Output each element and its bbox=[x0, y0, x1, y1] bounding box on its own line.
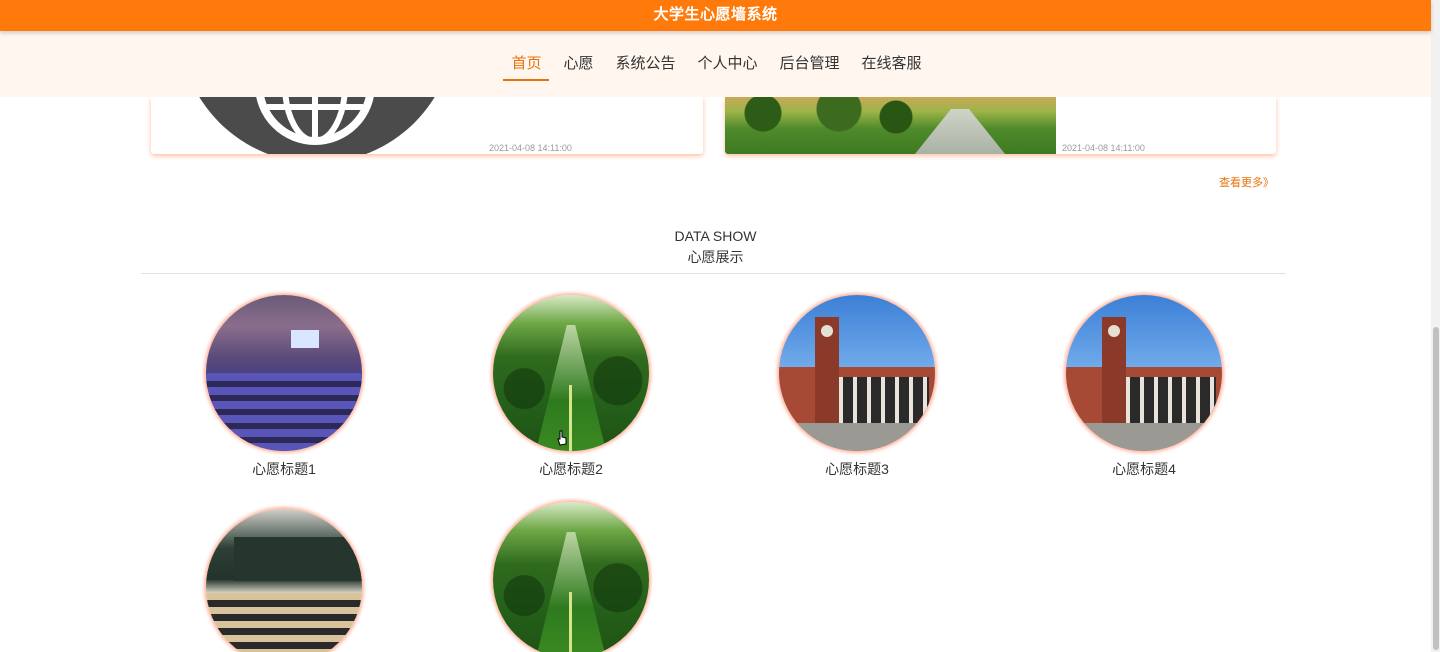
section-title-en: DATA SHOW bbox=[674, 228, 757, 244]
hand-cursor-icon bbox=[557, 430, 567, 446]
wish-thumbnail[interactable] bbox=[493, 502, 649, 652]
top-header-bar: 大学生心愿墙系统 bbox=[0, 0, 1431, 31]
wish-title[interactable]: 心愿标题4 bbox=[1065, 459, 1223, 479]
wish-card[interactable]: 心愿标题3 bbox=[778, 295, 936, 479]
wish-card[interactable]: 心愿标题4 bbox=[1065, 295, 1223, 479]
section-title-cn: 心愿展示 bbox=[687, 249, 744, 265]
nav-item-home[interactable]: 首页 bbox=[503, 47, 550, 81]
nav-item-announcements[interactable]: 系统公告 bbox=[607, 47, 683, 81]
news-card[interactable]: 2021-04-08 14:11:00 bbox=[151, 97, 703, 154]
section-heading: DATA SHOW 心愿展示 bbox=[0, 228, 1431, 267]
news-card-date: 2021-04-08 14:11:00 bbox=[489, 143, 572, 153]
news-card[interactable]: 2021-04-08 14:11:00 bbox=[725, 97, 1276, 154]
nav-item-online-service[interactable]: 在线客服 bbox=[854, 47, 930, 81]
wish-thumbnail[interactable] bbox=[206, 509, 362, 652]
nav-list: 首页 心愿 系统公告 个人中心 后台管理 在线客服 bbox=[500, 47, 932, 81]
globe-icon bbox=[256, 97, 374, 145]
site-title: 大学生心愿墙系统 bbox=[653, 6, 778, 23]
view-more-link[interactable]: 查看更多》 bbox=[1219, 174, 1274, 190]
wish-card[interactable] bbox=[492, 502, 650, 652]
wish-thumbnail[interactable] bbox=[206, 295, 362, 451]
wish-card[interactable] bbox=[205, 509, 363, 652]
nav-item-personal-center[interactable]: 个人中心 bbox=[690, 47, 766, 81]
wish-card[interactable]: 心愿标题2 bbox=[492, 295, 650, 479]
wish-title[interactable]: 心愿标题3 bbox=[778, 459, 936, 479]
nav-item-wishes[interactable]: 心愿 bbox=[555, 47, 601, 81]
wish-thumbnail[interactable] bbox=[779, 295, 935, 451]
news-card-date: 2021-04-08 14:11:00 bbox=[1062, 143, 1145, 153]
wish-thumbnail[interactable] bbox=[1066, 295, 1222, 451]
wish-thumbnail[interactable] bbox=[493, 295, 649, 451]
wish-card[interactable]: 心愿标题1 bbox=[205, 295, 363, 479]
main-nav: 首页 心愿 系统公告 个人中心 后台管理 在线客服 bbox=[0, 31, 1431, 97]
nav-item-admin[interactable]: 后台管理 bbox=[772, 47, 848, 81]
news-card-image bbox=[725, 97, 1056, 154]
scrollbar-thumb[interactable] bbox=[1433, 327, 1439, 650]
wish-title[interactable]: 心愿标题2 bbox=[492, 459, 650, 479]
section-divider bbox=[141, 273, 1286, 274]
wish-title[interactable]: 心愿标题1 bbox=[205, 459, 363, 479]
